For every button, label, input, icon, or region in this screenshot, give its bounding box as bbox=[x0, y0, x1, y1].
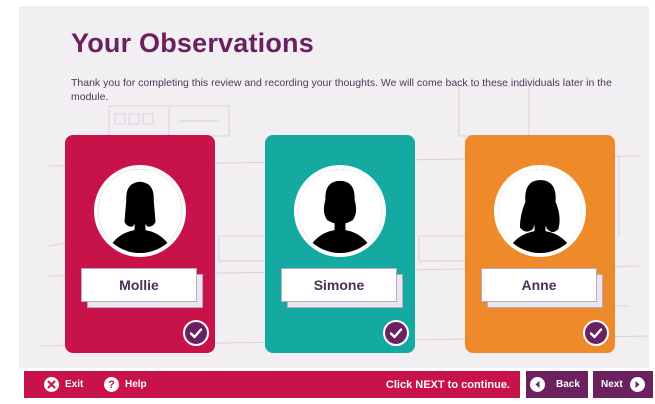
content-panel: Your Observations Thank you for completi… bbox=[19, 6, 649, 368]
person-card-anne[interactable]: Anne bbox=[465, 135, 615, 353]
person-name: Anne bbox=[481, 268, 597, 302]
female-silhouette-icon bbox=[294, 165, 386, 257]
exit-button[interactable]: Exit bbox=[44, 371, 83, 398]
help-button[interactable]: ? Help bbox=[104, 371, 147, 398]
person-name: Mollie bbox=[81, 268, 197, 302]
footer-bar: Exit ? Help Click NEXT to continue. bbox=[24, 371, 520, 398]
page-title: Your Observations bbox=[71, 28, 314, 58]
person-card-simone[interactable]: Simone bbox=[265, 135, 415, 353]
intro-text: Thank you for completing this review and… bbox=[71, 77, 612, 103]
back-label: Back bbox=[556, 379, 580, 390]
close-icon bbox=[44, 377, 59, 392]
continue-prompt: Click NEXT to continue. bbox=[385, 378, 510, 391]
help-icon: ? bbox=[104, 377, 119, 392]
person-name: Simone bbox=[281, 268, 397, 302]
female-silhouette-icon bbox=[94, 165, 186, 257]
name-plate: Anne bbox=[481, 268, 603, 308]
person-card-mollie[interactable]: Mollie bbox=[65, 135, 215, 353]
exit-label: Exit bbox=[65, 379, 84, 390]
check-icon bbox=[183, 320, 209, 346]
help-label: Help bbox=[125, 379, 147, 390]
female-silhouette-icon bbox=[494, 165, 586, 257]
check-icon bbox=[583, 320, 609, 346]
name-plate: Simone bbox=[281, 268, 403, 308]
next-button[interactable]: Next bbox=[593, 371, 653, 398]
next-label: Next bbox=[601, 379, 623, 390]
back-button[interactable]: Back bbox=[526, 371, 588, 398]
name-plate: Mollie bbox=[81, 268, 203, 308]
chevron-left-icon bbox=[530, 377, 545, 392]
check-icon bbox=[383, 320, 409, 346]
chevron-right-icon bbox=[629, 377, 645, 392]
